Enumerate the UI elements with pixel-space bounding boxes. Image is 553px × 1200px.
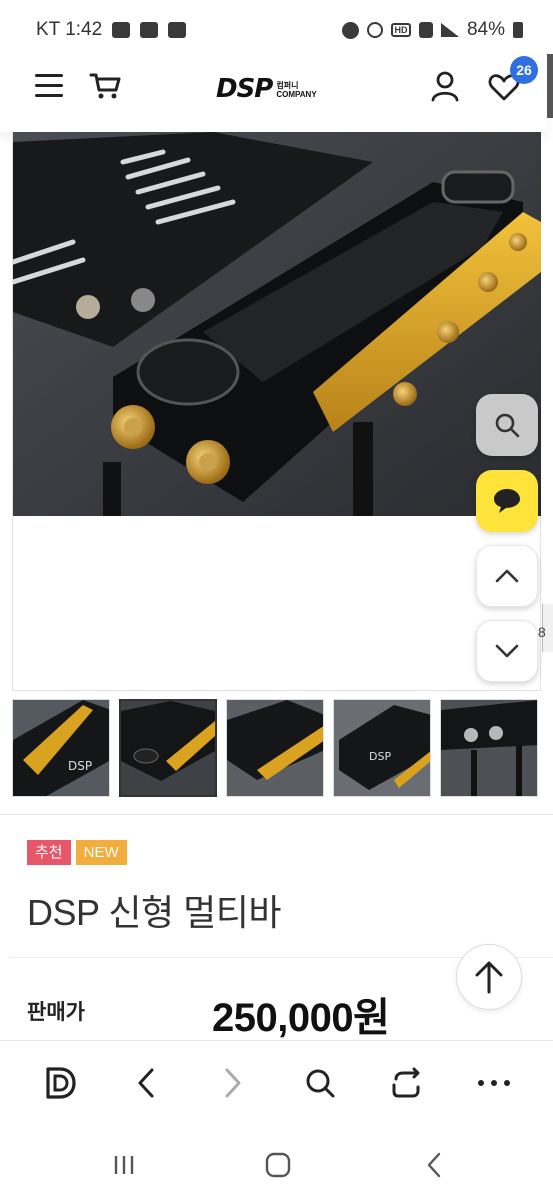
tabs-button[interactable] [387,1063,427,1103]
back-button[interactable] [126,1063,166,1103]
product-main-image[interactable] [13,132,541,516]
price-value: 250,000원 [212,996,390,1040]
side-counter: 8 [538,624,546,640]
search-icon [495,413,520,438]
hd-icon: HD [390,23,411,37]
thumbnail-2[interactable] [119,699,217,797]
browser-search-button[interactable] [300,1063,340,1103]
cart-icon[interactable] [88,70,122,102]
site-header: DSP 컴퍼니 COMPANY 26 [0,44,547,132]
chevron-up-icon [495,569,519,583]
product-title: DSP 신형 멀티바 [27,892,281,933]
system-nav-bar [0,1126,553,1200]
5g-icon [418,22,433,38]
thumbnail-4[interactable]: DSP [333,699,431,797]
back-to-top-button[interactable] [456,944,522,1010]
price-label: 판매가 [27,1001,85,1024]
recent-apps-button[interactable] [104,1150,144,1180]
section-divider [0,814,553,815]
user-icon[interactable] [430,70,460,102]
game-icon [140,22,159,38]
thumbnail-3[interactable] [226,699,324,797]
signal-icon [440,23,459,37]
recents-icon [114,1156,134,1174]
system-back-button[interactable] [414,1150,454,1180]
tag-new: NEW [75,840,127,865]
site-logo[interactable]: DSP 컴퍼니 COMPANY [216,74,317,102]
forward-button[interactable] [213,1063,253,1103]
tag-recommended: 추천 [27,840,71,865]
chevron-right-icon [225,1068,241,1098]
product-image-frame [12,132,541,691]
more-options-button[interactable] [474,1063,514,1103]
chevron-left-icon [138,1068,154,1098]
product-tags: 추천 NEW [27,840,127,865]
battery-icon [513,22,523,38]
chevron-down-icon [495,644,519,658]
more-dots-icon [478,1080,510,1086]
svg-text:DSP: DSP [369,750,391,763]
daum-home-button[interactable] [40,1063,80,1103]
battery-percent: 84% [466,19,505,40]
home-icon [265,1152,291,1178]
scroll-up-button[interactable] [476,545,538,607]
search-icon [306,1069,335,1098]
thumbnail-strip: DSP DSP [12,699,553,799]
scrollbar[interactable] [547,54,553,118]
gallery-icon [112,22,131,38]
scroll-down-button[interactable] [476,620,538,682]
kakao-talk-button[interactable] [476,470,538,532]
back-arrow-icon [427,1152,441,1178]
wishlist-count-badge: 26 [510,56,538,84]
svg-text:DSP: DSP [68,759,92,773]
floating-search-button[interactable] [476,394,538,456]
thumbnail-5[interactable] [440,699,538,797]
mute-icon [366,22,383,38]
tab-switch-icon [392,1067,420,1098]
youtube-icon [168,22,187,38]
alarm-icon [341,21,359,39]
arrow-up-icon [475,961,503,994]
carrier-time: KT 1:42 [36,19,103,40]
thumbnail-1[interactable]: DSP [12,699,110,797]
menu-icon[interactable] [35,74,63,98]
browser-toolbar [0,1040,553,1126]
chat-bubble-icon [494,489,520,513]
home-button[interactable] [258,1150,298,1180]
daum-logo-icon [46,1067,76,1099]
